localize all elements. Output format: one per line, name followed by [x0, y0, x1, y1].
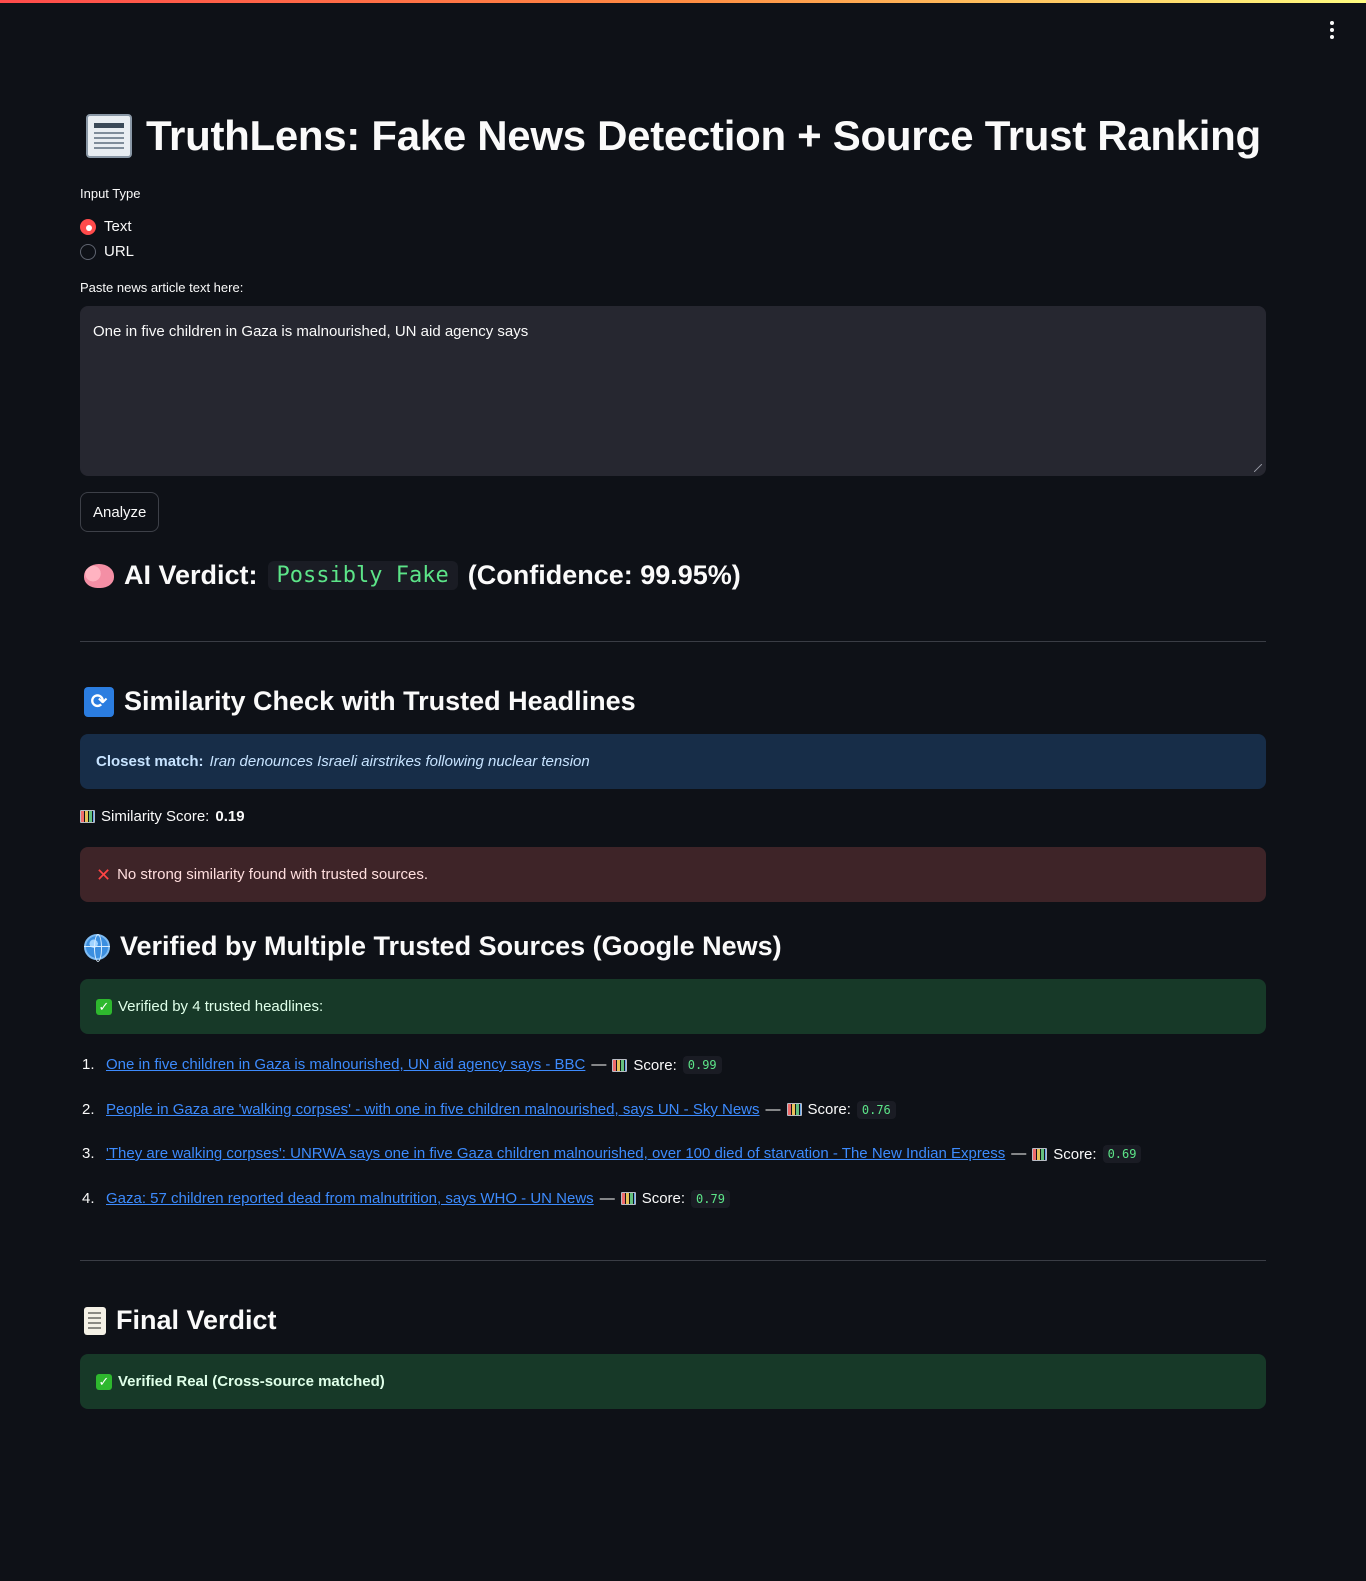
- separator: —: [765, 1100, 781, 1118]
- analyze-button[interactable]: Analyze: [80, 492, 160, 532]
- check-icon: ✓: [96, 998, 112, 1015]
- article-text-value: One in five children in Gaza is malnouri…: [93, 323, 529, 340]
- headline-link[interactable]: One in five children in Gaza is malnouri…: [106, 1056, 585, 1073]
- similarity-score-label: Similarity Score:: [101, 808, 210, 825]
- ai-verdict-value: Possibly Fake: [267, 561, 458, 590]
- list-number: 2.: [82, 1100, 95, 1118]
- kebab-dot: [1330, 28, 1334, 32]
- verified-heading-text: Verified by Multiple Trusted Sources (Go…: [120, 931, 782, 961]
- similarity-heading: ⟳ Similarity Check with Trusted Headline…: [84, 686, 636, 717]
- list-item: 4. Gaza: 57 children reported dead from …: [82, 1188, 1141, 1233]
- no-similarity-error: ✕ No strong similarity found with truste…: [80, 847, 1266, 902]
- separator: —: [599, 1189, 615, 1207]
- divider: [80, 641, 1266, 642]
- cross-icon: ✕: [96, 864, 112, 885]
- final-verdict-text: Verified Real (Cross-source matched): [118, 1373, 385, 1390]
- page-title: TruthLens: Fake News Detection + Source …: [86, 112, 1276, 160]
- list-item: 1. One in five children in Gaza is malno…: [82, 1054, 1141, 1099]
- list-item: 3. 'They are walking corpses': UNRWA say…: [82, 1143, 1142, 1188]
- closest-match-info: Closest match: Iran denounces Israeli ai…: [80, 734, 1266, 789]
- score-label: Score:: [807, 1101, 851, 1118]
- score-value: 0.76: [856, 1100, 896, 1119]
- score-value: 0.99: [682, 1056, 722, 1074]
- newspaper-icon: [86, 114, 132, 158]
- radio-option-url[interactable]: URL: [80, 239, 134, 264]
- list-number: 3.: [82, 1145, 95, 1162]
- headline-score: Score: 0.99: [612, 1056, 722, 1074]
- verified-summary-text: Verified by 4 trusted headlines:: [118, 998, 324, 1015]
- final-verdict-result: ✓ Verified Real (Cross-source matched): [80, 1354, 1266, 1409]
- page-title-text: TruthLens: Fake News Detection + Source …: [146, 112, 1261, 159]
- radio-option-text[interactable]: Text: [80, 214, 134, 239]
- radio-button[interactable]: [80, 243, 96, 260]
- headline-link[interactable]: 'They are walking corpses': UNRWA says o…: [106, 1145, 1005, 1162]
- list-number: 1.: [82, 1056, 95, 1073]
- input-type-radio-group: Text URL: [80, 214, 134, 264]
- kebab-dot: [1330, 35, 1334, 39]
- verified-heading: Verified by Multiple Trusted Sources (Go…: [84, 931, 782, 962]
- list-number: 4.: [82, 1189, 95, 1207]
- similarity-heading-text: Similarity Check with Trusted Headlines: [124, 686, 636, 716]
- radio-button[interactable]: [80, 218, 96, 235]
- list-item: 2. People in Gaza are 'walking corpses' …: [82, 1099, 1141, 1144]
- top-decoration-bar: [0, 0, 1366, 3]
- closest-match-label: Closest match:: [96, 753, 204, 770]
- headline-link[interactable]: People in Gaza are 'walking corpses' - w…: [106, 1101, 760, 1118]
- bar-chart-icon: [786, 1103, 802, 1116]
- radio-label: Text: [104, 218, 132, 235]
- score-label: Score:: [1053, 1145, 1097, 1163]
- scroll-icon: [84, 1306, 106, 1335]
- radio-label: URL: [104, 243, 135, 260]
- bar-chart-icon: [80, 810, 95, 823]
- headline-score: Score: 0.69: [1032, 1145, 1142, 1163]
- main-menu-button[interactable]: [1322, 20, 1342, 40]
- separator: —: [1011, 1145, 1027, 1162]
- input-type-label: Input Type: [80, 186, 141, 201]
- score-value: 0.79: [691, 1189, 730, 1208]
- divider: [80, 1260, 1266, 1261]
- kebab-dot: [1330, 21, 1334, 25]
- no-similarity-text: No strong similarity found with trusted …: [117, 866, 429, 883]
- bar-chart-icon: [1032, 1147, 1048, 1161]
- similarity-score-value: 0.19: [215, 808, 245, 825]
- check-icon: ✓: [96, 1373, 112, 1390]
- ai-verdict-confidence: (Confidence: 99.95%): [467, 560, 741, 590]
- headline-link[interactable]: Gaza: 57 children reported dead from mal…: [106, 1190, 594, 1207]
- score-label: Score:: [633, 1056, 677, 1074]
- article-textarea[interactable]: One in five children in Gaza is malnouri…: [80, 306, 1266, 476]
- ai-verdict-label: AI Verdict:: [124, 560, 258, 590]
- resize-handle[interactable]: [1254, 464, 1262, 472]
- repeat-icon: ⟳: [84, 686, 114, 717]
- bar-chart-icon: [620, 1192, 636, 1205]
- verified-headlines-list: 1. One in five children in Gaza is malno…: [82, 1054, 1142, 1233]
- headline-score: Score: 0.79: [620, 1189, 730, 1208]
- final-verdict-heading-text: Final Verdict: [116, 1305, 277, 1335]
- score-value: 0.69: [1102, 1145, 1142, 1163]
- headline-score: Score: 0.76: [786, 1100, 896, 1119]
- score-label: Score:: [641, 1190, 686, 1207]
- article-text-label: Paste news article text here:: [80, 280, 244, 295]
- ai-verdict-heading: AI Verdict: Possibly Fake (Confidence: 9…: [84, 560, 741, 591]
- bar-chart-icon: [612, 1058, 628, 1072]
- globe-icon: [84, 933, 110, 962]
- closest-match-value: Iran denounces Israeli airstrikes follow…: [209, 753, 590, 770]
- brain-icon: [84, 563, 114, 588]
- final-verdict-heading: Final Verdict: [84, 1305, 277, 1336]
- similarity-score: Similarity Score: 0.19: [80, 808, 245, 825]
- verified-summary: ✓ Verified by 4 trusted headlines:: [80, 979, 1266, 1034]
- separator: —: [591, 1056, 607, 1073]
